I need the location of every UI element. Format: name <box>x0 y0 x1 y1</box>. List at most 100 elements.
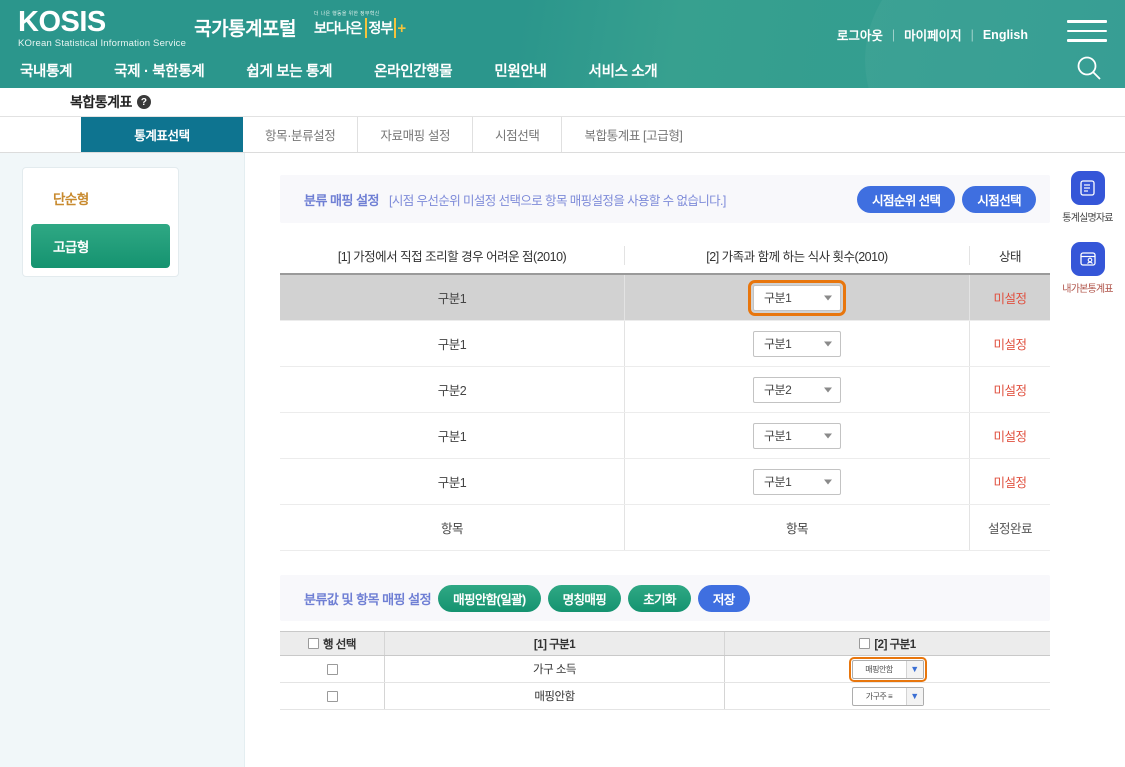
name-mapping-button[interactable]: 명칭매핑 <box>547 584 622 612</box>
kosis-logo-korean: 국가통계포털 <box>194 19 297 40</box>
save-button[interactable]: 저장 <box>697 584 750 612</box>
brand-logo[interactable]: KOSIS KOrean Statistical Information Ser… <box>18 8 406 49</box>
viewed-table-icon <box>1070 242 1105 276</box>
link-divider-2: | <box>970 27 974 42</box>
nav-item-civil-guide[interactable]: 민원안내 <box>494 60 546 81</box>
row-right-cell: 구분2 <box>625 367 970 412</box>
tab-period-select[interactable]: 시점선택 <box>473 117 563 152</box>
mapping-values-header: 분류값 및 항목 매핑 설정 매핑안함(일괄) 명칭매핑 초기화 저장 <box>280 575 1050 621</box>
mapping-header-col1: [1] 가정에서 직접 조리할 경우 어려운 점(2010) <box>280 245 625 265</box>
status-badge: 미설정 <box>993 430 1027 444</box>
row-status: 미설정 <box>970 367 1050 412</box>
nav-item-international[interactable]: 국제 · 북한통계 <box>114 60 205 81</box>
value-mapping-select[interactable]: 매핑안함 ▼ <box>848 656 927 682</box>
row-left-label: 구분1 <box>280 413 625 458</box>
nav-item-service-intro[interactable]: 서비스 소개 <box>589 60 658 81</box>
list-item[interactable]: 매핑안함 가구주 ≡ ▼ <box>280 683 1050 710</box>
notice-message: [시점 우선순위 미설정 선택으로 항목 매핑설정을 사용할 수 없습니다.] <box>388 193 726 208</box>
sidebar-item-simple[interactable]: 단순형 <box>31 176 170 220</box>
row-select-cell <box>280 656 385 682</box>
reset-button[interactable]: 초기화 <box>628 584 691 612</box>
left-sidebar: 단순형 고급형 <box>0 153 245 767</box>
row-left-label: 구분1 <box>280 321 625 366</box>
tab-data-mapping-setting[interactable]: 자료매핑 설정 <box>358 117 474 152</box>
mapping-select-value: 구분1 <box>764 475 792 489</box>
english-link[interactable]: English <box>974 28 1037 42</box>
step-tabs: 통계표선택 항목·분류설정 자료매핑 설정 시점선택 복합통계표 [고급형] <box>0 117 1125 153</box>
grid-header-col1-label: 행 선택 <box>323 638 356 651</box>
table-row[interactable]: 구분1 구분1 미설정 <box>280 459 1050 505</box>
mapping-select[interactable]: 구분1 <box>753 468 841 495</box>
page-root: KOSIS KOrean Statistical Information Ser… <box>0 0 1125 767</box>
nav-item-domestic[interactable]: 국내통계 <box>20 60 72 81</box>
rail-item-statistics-metadata[interactable]: 통계실명자료 <box>1062 171 1114 224</box>
grid-header-row: 행 선택 [1] 구분1 [2] 구분1 <box>280 632 1050 656</box>
status-badge: 미설정 <box>993 338 1027 352</box>
logout-link[interactable]: 로그아웃 <box>828 25 892 44</box>
row-right-cell: 구분1 <box>625 275 970 320</box>
chevron-down-icon: ▼ <box>905 660 923 678</box>
mapping-select-value: 구분1 <box>764 291 792 305</box>
select-all-rows-checkbox[interactable] <box>308 638 320 649</box>
row-right-cell: 구분1 <box>625 321 970 366</box>
mapping-header-col2: [2] 가족과 함께 하는 식사 횟수(2010) <box>625 245 970 265</box>
tab-item-category-setting[interactable]: 항목·분류설정 <box>243 117 359 152</box>
value-mapping-select-value: 매핑안함 <box>865 664 893 674</box>
help-icon[interactable]: ? <box>136 95 151 109</box>
tab-composite-table-advanced[interactable]: 복합통계표 [고급형] <box>562 117 704 152</box>
sidebar-item-advanced[interactable]: 고급형 <box>31 224 170 268</box>
row-left-label: 구분1 <box>280 459 625 504</box>
row-status: 설정완료 <box>970 505 1050 550</box>
row-checkbox[interactable] <box>326 663 338 675</box>
row-label-cell: 가구 소득 <box>385 656 725 682</box>
table-row[interactable]: 구분1 구분1 미설정 <box>280 321 1050 367</box>
list-item[interactable]: 가구 소득 매핑안함 ▼ <box>280 656 1050 683</box>
tab-statistics-table-select[interactable]: 통계표선택 <box>81 117 243 152</box>
nav-item-publications[interactable]: 온라인간행물 <box>374 60 453 81</box>
rail-item-viewed-tables[interactable]: 내가본통계표 <box>1062 242 1114 295</box>
no-mapping-bulk-button[interactable]: 매핑안함(일괄) <box>438 584 541 612</box>
gov-plus-icon: + <box>397 19 407 37</box>
site-header: KOSIS KOrean Statistical Information Ser… <box>0 0 1125 88</box>
row-select-cell <box>280 683 385 709</box>
row-left-label: 구분1 <box>280 275 625 320</box>
table-row[interactable]: 구분2 구분2 미설정 <box>280 367 1050 413</box>
gov-badge: 더 나은 행동을 위한 정부혁신 보다나은 정부 + <box>314 10 406 38</box>
select-all-col3-checkbox[interactable] <box>859 638 871 649</box>
search-icon[interactable] <box>1075 54 1103 82</box>
rail-label-statistics-metadata: 통계실명자료 <box>1062 213 1113 224</box>
row-label-cell: 매핑안함 <box>385 683 725 709</box>
table-row[interactable]: 구분1 구분1 미설정 <box>280 413 1050 459</box>
mapping-select[interactable]: 구분1 <box>753 330 841 357</box>
mapping-select[interactable]: 구분1 <box>753 422 841 449</box>
row-right-cell: 구분1 <box>625 459 970 504</box>
classification-mapping-notice: 분류 매핑 설정 [시점 우선순위 미설정 선택으로 항목 매핑설정을 사용할 … <box>280 175 1050 223</box>
mapping-select-value: 구분1 <box>764 429 792 443</box>
classification-mapping-table: [1] 가정에서 직접 조리할 경우 어려운 점(2010) [2] 가족과 함… <box>280 237 1050 551</box>
mypage-link[interactable]: 마이페이지 <box>895 25 971 44</box>
hamburger-menu-icon[interactable] <box>1067 20 1107 48</box>
period-select-button[interactable]: 시점선택 <box>962 185 1036 213</box>
table-row[interactable]: 항목 항목 설정완료 <box>280 505 1050 551</box>
row-right-label: 항목 <box>625 505 970 550</box>
nav-item-easy-stats[interactable]: 쉽게 보는 통계 <box>246 60 332 81</box>
main-content: 분류 매핑 설정 [시점 우선순위 미설정 선택으로 항목 매핑설정을 사용할 … <box>245 153 1125 767</box>
row-right-cell: 구분1 <box>625 413 970 458</box>
page-title-bar: 복합통계표 ? <box>0 88 1125 117</box>
chevron-down-icon: ▼ <box>905 687 923 705</box>
chevron-down-icon <box>824 387 832 392</box>
right-rail: 통계실명자료 내가본통계표 <box>1050 153 1125 767</box>
mapping-select[interactable]: 구분1 <box>748 279 846 316</box>
value-mapping-select[interactable]: 가구주 ≡ ▼ <box>851 686 924 706</box>
table-row[interactable]: 구분1 구분1 미설정 <box>280 275 1050 321</box>
row-left-label: 항목 <box>280 505 625 550</box>
grid-empty-area <box>280 710 1050 767</box>
mapping-select[interactable]: 구분2 <box>753 376 841 403</box>
kosis-logo-main: KOSIS <box>18 6 106 38</box>
row-status: 미설정 <box>970 321 1050 366</box>
mapping-values-grid: 행 선택 [1] 구분1 [2] 구분1 가구 소득 매핑안함 ▼ 매핑안함 가… <box>280 631 1050 767</box>
notice-title: 분류 매핑 설정 <box>304 192 379 208</box>
period-priority-select-button[interactable]: 시점순위 선택 <box>857 185 956 213</box>
page-title: 복합통계표 <box>70 94 132 110</box>
row-checkbox[interactable] <box>326 690 338 702</box>
